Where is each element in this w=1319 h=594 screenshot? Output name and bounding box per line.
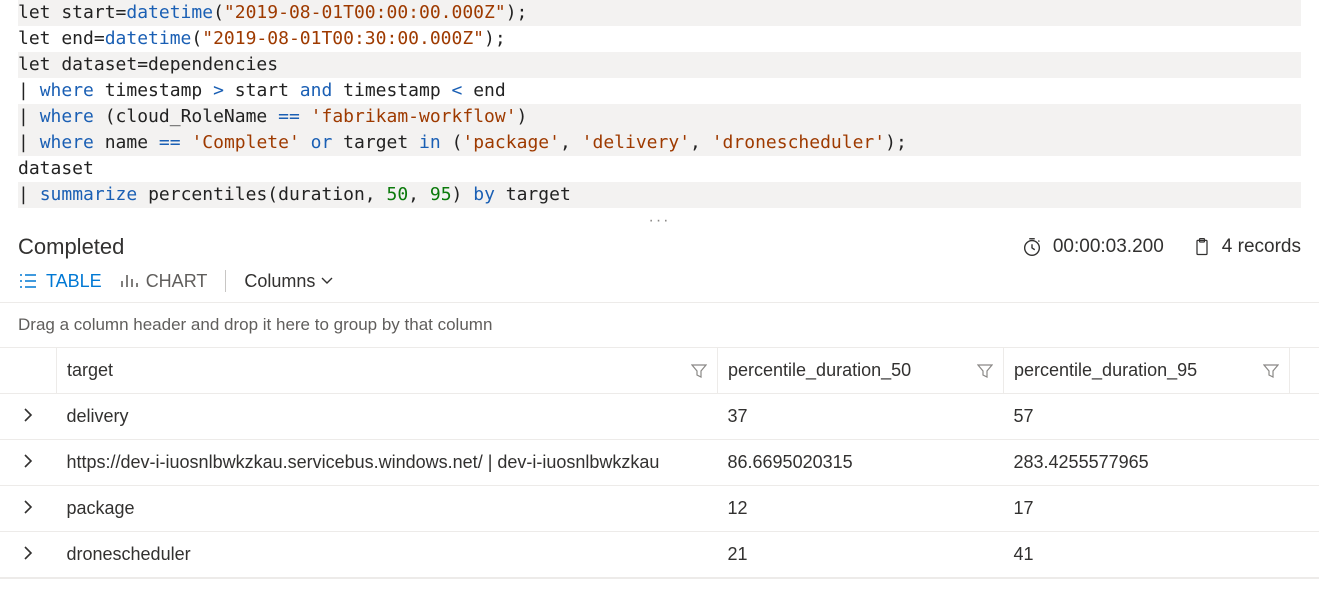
cell-p50: 86.6695020315 [718, 440, 1004, 486]
expander-header [0, 348, 57, 394]
cell-spacer [1290, 486, 1319, 532]
cell-p95: 41 [1004, 532, 1290, 578]
col-label: percentile_duration_95 [1014, 360, 1197, 381]
table-row: delivery3757 [0, 394, 1319, 440]
cell-p50: 37 [718, 394, 1004, 440]
chevron-right-icon [23, 408, 33, 422]
list-icon [18, 273, 38, 289]
table-tab[interactable]: TABLE [18, 271, 102, 292]
chevron-right-icon [23, 500, 33, 514]
columns-label: Columns [244, 271, 315, 292]
code-line: | where name == 'Complete' or target in … [18, 130, 1301, 156]
table-tab-label: TABLE [46, 271, 102, 292]
code-line: | where (cloud_RoleName == 'fabrikam-wor… [18, 104, 1301, 130]
col-label: percentile_duration_50 [728, 360, 911, 381]
cell-spacer [1290, 394, 1319, 440]
split-handle[interactable]: ··· [0, 214, 1319, 228]
chart-tab[interactable]: CHART [120, 271, 208, 292]
filter-icon[interactable] [691, 364, 707, 378]
col-header-p95[interactable]: percentile_duration_95 [1004, 348, 1290, 394]
duration-stat: 00:00:03.200 [1021, 236, 1164, 258]
col-header-target[interactable]: target [57, 348, 718, 394]
group-by-hint: Drag a column header and drop it here to… [18, 315, 492, 334]
code-line: let dataset=dependencies [18, 52, 1301, 78]
cell-target: https://dev-i-iuosnlbwkzkau.servicebus.w… [57, 440, 718, 486]
row-expander[interactable] [0, 394, 57, 440]
cell-target: package [57, 486, 718, 532]
results-table: target percentile_duration_50 percentile… [0, 348, 1319, 578]
chart-tab-label: CHART [146, 271, 208, 292]
records-stat: 4 records [1192, 236, 1301, 258]
records-value: 4 records [1222, 236, 1301, 258]
cell-target: delivery [57, 394, 718, 440]
code-line: | summarize percentiles(duration, 50, 95… [18, 182, 1301, 208]
chevron-right-icon [23, 546, 33, 560]
query-editor[interactable]: let start=datetime("2019-08-01T00:00:00.… [0, 0, 1319, 214]
cell-p95: 17 [1004, 486, 1290, 532]
header-row: target percentile_duration_50 percentile… [0, 348, 1319, 394]
code-line: let start=datetime("2019-08-01T00:00:00.… [18, 0, 1301, 26]
stopwatch-icon [1021, 236, 1043, 258]
cell-spacer [1290, 440, 1319, 486]
col-spacer [1290, 348, 1319, 394]
col-header-p50[interactable]: percentile_duration_50 [718, 348, 1004, 394]
results-toolbar: TABLE CHART Columns [0, 266, 1319, 302]
chevron-right-icon [23, 454, 33, 468]
cell-p95: 283.4255577965 [1004, 440, 1290, 486]
cell-p50: 12 [718, 486, 1004, 532]
clipboard-icon [1192, 236, 1212, 258]
duration-value: 00:00:03.200 [1053, 236, 1164, 258]
code-line: let end=datetime("2019-08-01T00:30:00.00… [18, 26, 1301, 52]
filter-icon[interactable] [1263, 364, 1279, 378]
code-line: | where timestamp > start and timestamp … [18, 78, 1301, 104]
toolbar-divider [225, 270, 226, 292]
table-row: https://dev-i-iuosnlbwkzkau.servicebus.w… [0, 440, 1319, 486]
table-row: dronescheduler2141 [0, 532, 1319, 578]
group-by-drop-zone[interactable]: Drag a column header and drop it here to… [0, 302, 1319, 348]
columns-button[interactable]: Columns [244, 271, 333, 292]
cell-p95: 57 [1004, 394, 1290, 440]
bar-chart-icon [120, 273, 138, 289]
cell-target: dronescheduler [57, 532, 718, 578]
status-bar: Completed 00:00:03.200 4 records [0, 228, 1319, 266]
row-expander[interactable] [0, 532, 57, 578]
row-expander[interactable] [0, 440, 57, 486]
filter-icon[interactable] [977, 364, 993, 378]
status-label: Completed [18, 234, 124, 260]
cell-p50: 21 [718, 532, 1004, 578]
chevron-down-icon [321, 277, 333, 285]
col-label: target [67, 360, 113, 381]
cell-spacer [1290, 532, 1319, 578]
code-line: dataset [18, 156, 1301, 182]
table-row: package1217 [0, 486, 1319, 532]
row-expander[interactable] [0, 486, 57, 532]
